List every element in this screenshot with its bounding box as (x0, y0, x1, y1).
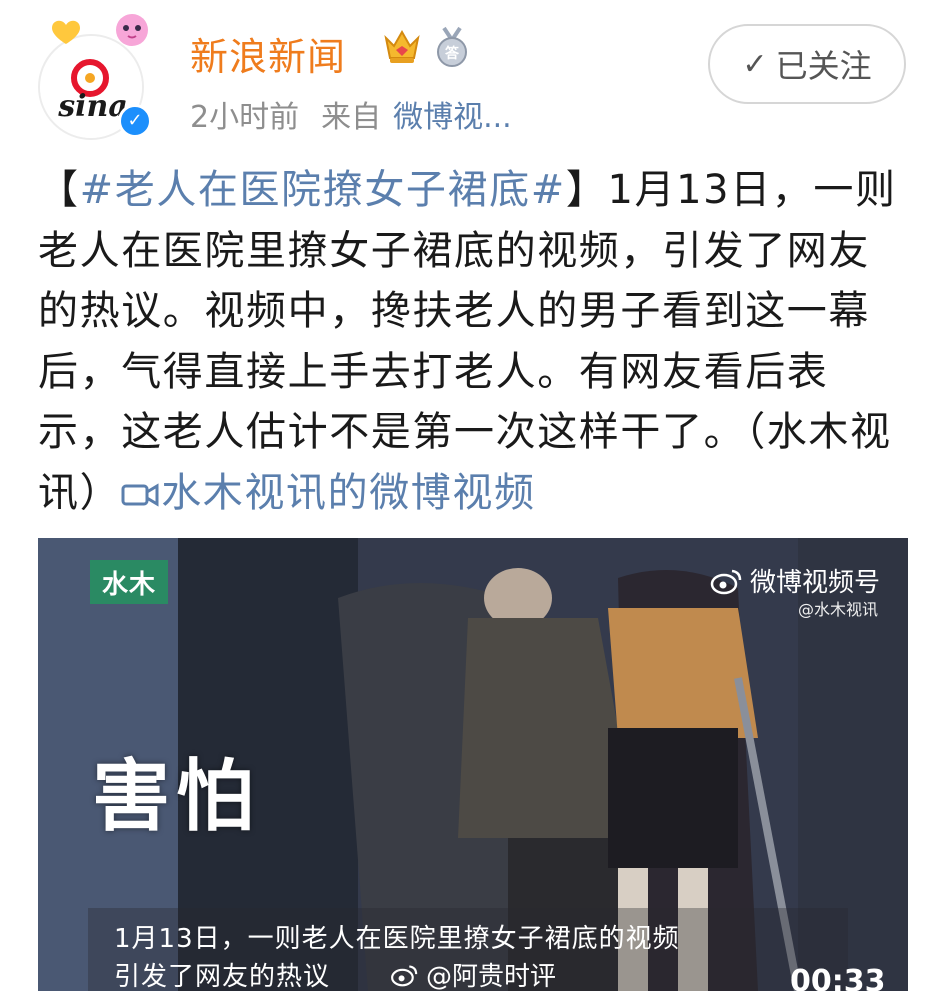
weibo-video-badge: 微博视频号 (710, 562, 880, 599)
video-link-label: 水木视讯的微博视频 (161, 469, 536, 516)
video-camera-icon (121, 482, 159, 507)
user-name[interactable]: 新浪新闻 (190, 26, 346, 81)
subtitle-line-1: 1月13日，一则老人在医院里撩女子裙底的视频 (114, 924, 680, 954)
source-link[interactable]: 微博视... (393, 100, 512, 135)
subtitle-line-2: 引发了网友的热议 (114, 962, 331, 991)
post-body: 1月13日，一则老人在医院里撩女子裙底的视频，引发了网友的热议。视频中，搀扶老人… (38, 167, 897, 516)
watermark-label: @阿贵时评 (426, 962, 557, 991)
hashtag-link[interactable]: #老人在医院撩女子裙底# (80, 167, 566, 213)
verified-icon: ✓ (118, 104, 152, 138)
medal-badge-icon[interactable]: 答 (432, 26, 472, 70)
weibo-logo-icon (391, 964, 418, 986)
follow-button[interactable]: ✓ 已关注 (708, 24, 906, 104)
video-player[interactable]: 水木 微博视频号 @水木视讯 害怕 1月13日，一则老人在医院里撩女子裙底的视频… (38, 538, 908, 991)
channel-logo: 水木 (90, 560, 168, 604)
weibo-logo-icon (710, 569, 742, 594)
check-icon: ✓ (742, 46, 768, 82)
video-overlay-caption: 害怕 (92, 752, 261, 842)
video-handle: @水木视讯 (798, 600, 879, 619)
watermark: @阿贵时评 (390, 956, 556, 991)
source-prefix: 来自 (321, 100, 382, 135)
post-time: 2小时前 (190, 100, 300, 135)
post-meta: 2小时前 来自 微博视... (190, 92, 512, 136)
bracket-open: 【 (38, 167, 80, 213)
post-header: sina ✓ 新浪新闻 答 2小时前 来自 微博视... ✓ 已关注 (0, 0, 944, 150)
weibo-video-label: 微博视频号 (750, 568, 881, 598)
post-text: 【#老人在医院撩女子裙底#】1月13日，一则老人在医院里撩女子裙底的视频，引发了… (38, 160, 908, 523)
avatar-container[interactable]: sina ✓ (38, 14, 156, 140)
video-link[interactable]: 水木视讯的微博视频 (121, 470, 535, 516)
video-duration: 00:33 (790, 964, 886, 991)
bracket-close: 】 (565, 167, 608, 213)
crown-badge-icon[interactable] (380, 24, 424, 68)
svg-text:答: 答 (445, 45, 460, 62)
heart-sticker-icon (52, 14, 148, 46)
follow-label: 已关注 (775, 47, 872, 85)
